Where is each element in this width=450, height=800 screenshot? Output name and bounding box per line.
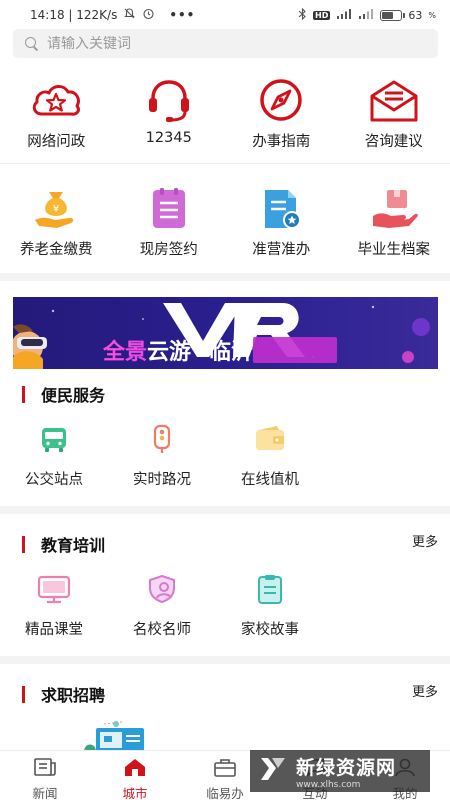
document-list-icon bbox=[144, 186, 194, 230]
compass-icon bbox=[253, 78, 309, 122]
shield-person-icon bbox=[145, 574, 179, 608]
service-label: 公交站点 bbox=[25, 472, 83, 488]
bus-icon bbox=[39, 424, 69, 458]
service-label: 网络问政 bbox=[27, 134, 86, 150]
status-bar: 14:18 | 122K/s ••• HD 63% bbox=[30, 7, 436, 23]
signal-icon bbox=[358, 8, 374, 22]
watermark-sub-text: www.xlhs.com bbox=[296, 779, 361, 790]
hd-badge: HD bbox=[313, 10, 331, 20]
section-accent-bar bbox=[22, 385, 25, 403]
service-checkin[interactable]: 在线值机 bbox=[216, 424, 324, 489]
service-pension[interactable]: ¥ 养老金缴费 bbox=[0, 186, 113, 259]
service-label: 准营准办 bbox=[252, 242, 311, 258]
service-house-sign[interactable]: 现房签约 bbox=[113, 186, 226, 259]
nav-news[interactable]: 新闻 bbox=[0, 751, 90, 800]
search-icon bbox=[25, 36, 39, 51]
service-label: 养老金缴费 bbox=[20, 242, 93, 258]
section-title: 便民服务 bbox=[41, 386, 106, 405]
jobs-more-link[interactable]: 更多 bbox=[412, 681, 438, 700]
search-input[interactable] bbox=[47, 35, 407, 52]
alarm-icon bbox=[142, 7, 155, 23]
divider bbox=[0, 506, 450, 514]
service-teachers[interactable]: 名校名师 bbox=[108, 574, 216, 639]
divider bbox=[0, 163, 450, 164]
service-traffic[interactable]: 实时路况 bbox=[108, 424, 216, 489]
svg-text:¥: ¥ bbox=[53, 204, 59, 215]
section-title: 求职招聘 bbox=[41, 686, 106, 705]
vr-banner[interactable]: 全景云游 临沂 bbox=[13, 297, 438, 369]
status-time-speed: 14:18 | 122K/s bbox=[30, 8, 118, 22]
service-label: 精品课堂 bbox=[25, 622, 83, 638]
service-12345[interactable]: 12345 bbox=[113, 78, 226, 151]
search-bar[interactable] bbox=[13, 29, 438, 58]
service-label: 在线值机 bbox=[241, 472, 299, 488]
wallet-icon bbox=[253, 424, 287, 458]
battery-percent: 63 bbox=[408, 8, 423, 22]
banner-title-text: 全景云游 临沂 bbox=[102, 339, 253, 365]
traffic-light-icon bbox=[147, 424, 177, 458]
service-graduate-archive[interactable]: 毕业生档案 bbox=[338, 186, 450, 259]
service-consult[interactable]: 咨询建议 bbox=[338, 78, 450, 151]
monitor-icon bbox=[37, 574, 71, 608]
service-label: 12345 bbox=[145, 130, 192, 146]
service-label: 实时路况 bbox=[133, 472, 191, 488]
service-label: 名校名师 bbox=[133, 622, 191, 638]
section-accent-bar bbox=[22, 685, 25, 703]
home-icon bbox=[123, 757, 147, 781]
education-row: 精品课堂 名校名师 家校故事 bbox=[0, 574, 450, 639]
divider bbox=[0, 656, 450, 664]
section-jobs-title: 求职招聘 bbox=[22, 682, 105, 706]
mail-icon bbox=[366, 78, 422, 122]
convenience-row: 公交站点 实时路况 在线值机 bbox=[0, 424, 450, 489]
clipboard-icon bbox=[253, 574, 287, 608]
money-bag-icon: ¥ bbox=[31, 186, 81, 230]
service-stories[interactable]: 家校故事 bbox=[216, 574, 324, 639]
nav-label: 临易办 bbox=[206, 786, 244, 800]
briefcase-icon bbox=[213, 757, 237, 781]
service-label: 办事指南 bbox=[252, 134, 311, 150]
mute-bell-icon bbox=[123, 7, 136, 23]
education-more-link[interactable]: 更多 bbox=[412, 531, 438, 550]
news-icon bbox=[33, 757, 57, 781]
second-services-row: ¥ 养老金缴费 现房签约 准营准办 毕业生档案 bbox=[0, 186, 450, 259]
service-label: 毕业生档案 bbox=[357, 242, 431, 258]
section-title: 教育培训 bbox=[41, 536, 106, 555]
watermark-logo-icon bbox=[258, 754, 288, 788]
service-label: 咨询建议 bbox=[364, 134, 423, 150]
service-guide[interactable]: 办事指南 bbox=[225, 78, 338, 151]
signal-4g-icon bbox=[336, 8, 352, 22]
top-services-row: 网络问政 12345 办事指南 咨询建议 bbox=[0, 78, 450, 151]
section-convenience-title: 便民服务 bbox=[22, 382, 105, 406]
nav-city[interactable]: 城市 bbox=[90, 751, 180, 800]
more-dots-icon: ••• bbox=[169, 8, 196, 22]
section-accent-bar bbox=[22, 535, 25, 553]
hand-box-icon bbox=[369, 186, 419, 230]
service-label: 家校故事 bbox=[241, 622, 299, 638]
headset-icon bbox=[141, 78, 197, 122]
battery-icon bbox=[380, 9, 406, 21]
nav-label: 城市 bbox=[122, 786, 148, 800]
cloud-star-icon bbox=[28, 78, 84, 122]
service-network-politics[interactable]: 网络问政 bbox=[0, 78, 113, 151]
service-label: 现房签约 bbox=[139, 242, 198, 258]
divider bbox=[0, 273, 450, 281]
service-permit[interactable]: 准营准办 bbox=[225, 186, 338, 259]
watermark-overlay: 新绿资源网 www.xlhs.com bbox=[250, 750, 430, 792]
certificate-icon bbox=[256, 186, 306, 230]
service-course[interactable]: 精品课堂 bbox=[0, 574, 108, 639]
watermark-main-text: 新绿资源网 bbox=[296, 756, 397, 779]
bluetooth-icon bbox=[298, 7, 307, 23]
nav-label: 新闻 bbox=[32, 786, 58, 800]
section-education-title: 教育培训 bbox=[22, 532, 105, 556]
service-bus-stop[interactable]: 公交站点 bbox=[0, 424, 108, 489]
